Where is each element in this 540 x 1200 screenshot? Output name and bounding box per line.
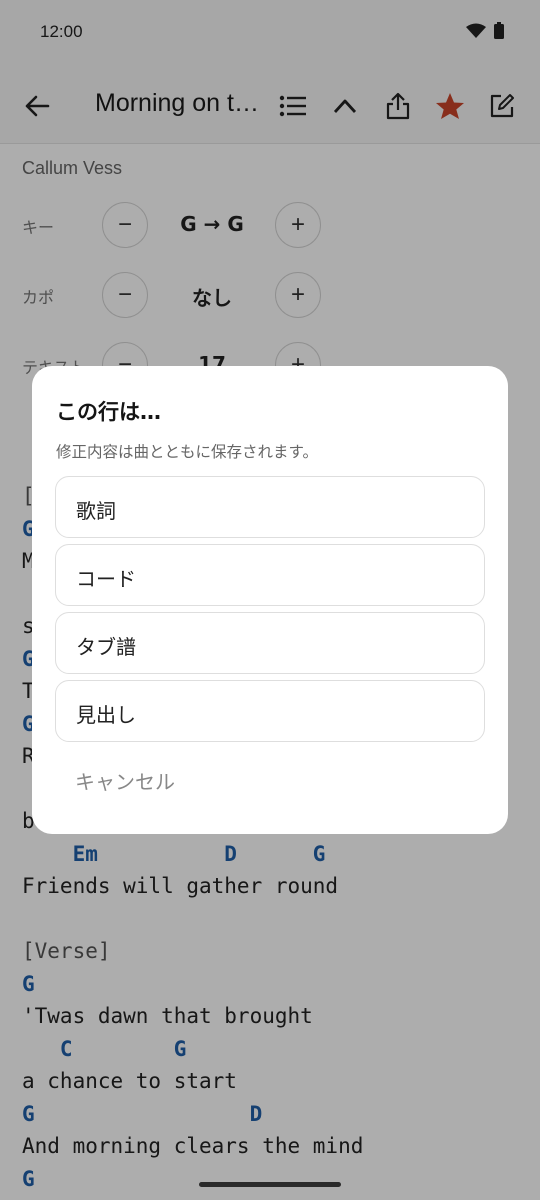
option-label: 歌詞 bbox=[76, 499, 116, 523]
dialog-subtitle: 修正内容は曲とともに保存されます。 bbox=[56, 443, 318, 461]
option-label: 見出し bbox=[76, 703, 136, 727]
option-tab[interactable]: タブ譜 bbox=[55, 612, 485, 674]
option-label: コード bbox=[76, 567, 136, 591]
option-chords[interactable]: コード bbox=[55, 544, 485, 606]
option-heading[interactable]: 見出し bbox=[55, 680, 485, 742]
option-label: タブ譜 bbox=[76, 635, 136, 659]
option-lyrics[interactable]: 歌詞 bbox=[55, 476, 485, 538]
line-type-dialog: この行は… 修正内容は曲とともに保存されます。 歌詞 コード タブ譜 見出し キ… bbox=[32, 366, 508, 834]
cancel-button[interactable]: キャンセル bbox=[75, 766, 175, 795]
dialog-title: この行は… bbox=[56, 400, 161, 424]
home-indicator[interactable] bbox=[199, 1182, 341, 1187]
